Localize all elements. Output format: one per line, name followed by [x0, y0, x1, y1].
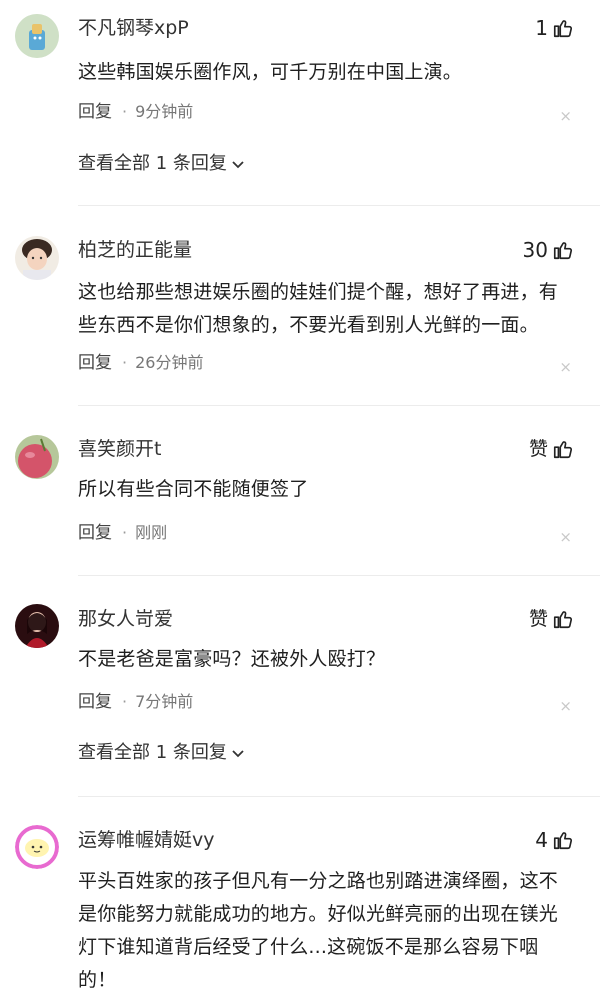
timestamp: 9分钟前 [135, 102, 194, 121]
thumbs-up-icon [553, 441, 573, 459]
divider [78, 405, 600, 406]
comment-line: 不是老爸是富豪吗？还被外人殴打？ [78, 648, 386, 670]
like-count: 赞 [528, 608, 548, 630]
avatar[interactable] [15, 14, 59, 58]
view-all-label: 查看全部 1 条回复 [78, 153, 227, 174]
timestamp: 刚刚 [135, 523, 168, 542]
view-all-label: 查看全部 1 条回复 [78, 742, 227, 763]
close-icon[interactable]: × [559, 698, 572, 714]
like-button[interactable]: 4 [535, 828, 574, 852]
avatar[interactable] [15, 604, 59, 648]
comment-text: 所以有些合同不能随便签了 [78, 473, 584, 506]
timestamp: 26分钟前 [135, 353, 204, 372]
timestamp: 7分钟前 [135, 692, 194, 711]
reply-button[interactable]: 回复 [78, 352, 112, 374]
username[interactable]: 柏芝的正能量 [78, 238, 192, 262]
thumbs-up-icon [553, 832, 573, 850]
reply-button[interactable]: 回复 [78, 522, 112, 544]
like-button[interactable]: 1 [535, 16, 574, 40]
like-count: 赞 [528, 438, 548, 460]
divider [78, 575, 600, 576]
comment-line: 些东西不是你们想象的，不要光看到别人光鲜的一面。 [78, 314, 539, 336]
separator-dot: · [122, 353, 128, 372]
separator-dot: · [122, 102, 128, 121]
like-button[interactable]: 30 [523, 238, 574, 262]
view-all-replies-button[interactable]: 查看全部 1 条回复 [78, 152, 245, 176]
comment-line: 灯下谁知道背后经受了什么...这碗饭不是那么容易下咽 [78, 936, 539, 958]
comment-text: 这也给那些想进娱乐圈的娃娃们提个醒，想好了再进，有 些东西不是你们想象的，不要光… [78, 276, 584, 342]
separator-dot: · [122, 692, 128, 711]
like-button[interactable]: 赞 [529, 437, 574, 461]
comment-meta: 回复 · 26分钟前 [78, 352, 203, 374]
comment-meta: 回复 · 7分钟前 [78, 691, 193, 713]
username[interactable]: 运筹帷幄婧娗vy [78, 828, 215, 852]
divider [78, 205, 600, 206]
thumbs-up-icon [553, 242, 573, 260]
comment-line: 的！ [78, 969, 117, 991]
chevron-down-icon [232, 161, 244, 169]
close-icon[interactable]: × [559, 108, 572, 124]
comment-text: 平头百姓家的孩子但凡有一分之路也别踏进演绎圈，这不 是你能努力就能成功的地方。好… [78, 865, 584, 997]
comment-meta: 回复 · 刚刚 [78, 522, 167, 544]
comment-line: 这些韩国娱乐圈作风，可千万别在中国上演。 [78, 61, 463, 83]
like-count: 1 [535, 16, 548, 40]
thumbs-up-icon [553, 611, 573, 629]
like-count: 4 [535, 828, 548, 852]
like-button[interactable]: 赞 [529, 607, 574, 631]
comment-text: 不是老爸是富豪吗？还被外人殴打？ [78, 643, 584, 676]
username[interactable]: 喜笑颜开t [78, 437, 161, 461]
comment-meta: 回复 · 9分钟前 [78, 101, 193, 123]
comment-line: 这也给那些想进娱乐圈的娃娃们提个醒，想好了再进，有 [78, 281, 559, 303]
reply-button[interactable]: 回复 [78, 691, 112, 713]
username[interactable]: 不凡钢琴xpP [78, 16, 189, 40]
close-icon[interactable]: × [559, 359, 572, 375]
view-all-replies-button[interactable]: 查看全部 1 条回复 [78, 741, 245, 765]
separator-dot: · [122, 523, 128, 542]
avatar[interactable] [15, 825, 59, 869]
comment-line: 是你能努力就能成功的地方。好似光鲜亮丽的出现在镁光 [78, 903, 559, 925]
comment-line: 所以有些合同不能随便签了 [78, 478, 309, 500]
divider [78, 796, 600, 797]
avatar[interactable] [15, 435, 59, 479]
thumbs-up-icon [553, 20, 573, 38]
username[interactable]: 那女人岢爱 [78, 607, 173, 631]
reply-button[interactable]: 回复 [78, 101, 112, 123]
close-icon[interactable]: × [559, 529, 572, 545]
comment-text: 这些韩国娱乐圈作风，可千万别在中国上演。 [78, 56, 584, 89]
comment-line: 平头百姓家的孩子但凡有一分之路也别踏进演绎圈，这不 [78, 870, 559, 892]
like-count: 30 [522, 238, 548, 262]
avatar[interactable] [15, 236, 59, 280]
chevron-down-icon [232, 750, 244, 758]
